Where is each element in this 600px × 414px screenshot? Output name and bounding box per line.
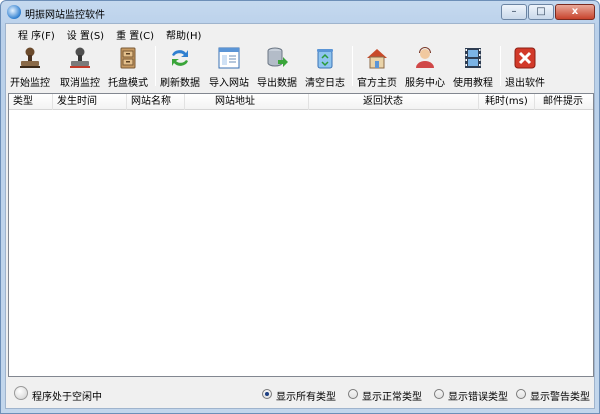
toolbar-label: 导入网站 — [209, 78, 249, 89]
toolbar: 开始监控 取消监控 托盘模式 刷新数据 导入网站 导出数据 清空日志 官方主页 … — [6, 42, 594, 92]
toolbar-label: 托盘模式 — [108, 78, 148, 89]
start-monitor-button[interactable]: 开始监控 — [8, 42, 52, 92]
cabinet-icon — [120, 47, 136, 69]
table-body[interactable] — [9, 110, 593, 376]
service-center-button[interactable]: 服务中心 — [402, 42, 448, 92]
filter-normal-radio[interactable] — [348, 389, 358, 399]
toolbar-label: 使用教程 — [453, 78, 493, 89]
maximize-button[interactable]: □ — [528, 4, 554, 20]
column-header-email-alert[interactable]: 邮件提示 — [535, 94, 593, 110]
refresh-icon — [172, 50, 188, 66]
window-list-icon — [218, 47, 240, 69]
column-header-type[interactable]: 类型 — [9, 94, 53, 110]
filter-normal-label[interactable]: 显示正常类型 — [362, 388, 422, 403]
toolbar-separator — [155, 46, 156, 86]
filter-all-label[interactable]: 显示所有类型 — [276, 388, 336, 403]
clear-log-button[interactable]: 清空日志 — [302, 42, 348, 92]
filter-error-radio[interactable] — [434, 389, 444, 399]
menu-bar: 程 序(F) 设 置(S) 重 置(C) 帮助(H) — [6, 24, 594, 42]
filter-all-radio[interactable] — [262, 389, 272, 399]
status-indicator-icon — [14, 386, 28, 400]
toolbar-separator — [352, 46, 353, 86]
official-homepage-button[interactable]: 官方主页 — [354, 42, 400, 92]
stamp-cancel-icon — [70, 47, 90, 68]
window-title: 明振网站监控软件 — [25, 10, 105, 21]
filter-warning-label[interactable]: 显示警告类型 — [530, 388, 590, 403]
toolbar-separator — [500, 46, 501, 86]
toolbar-label: 清空日志 — [305, 78, 345, 89]
column-header-time[interactable]: 发生时间 — [53, 94, 127, 110]
tutorial-button[interactable]: 使用教程 — [450, 42, 496, 92]
refresh-data-button[interactable]: 刷新数据 — [158, 42, 202, 92]
column-header-return-status[interactable]: 返回状态 — [309, 94, 479, 110]
column-header-elapsed[interactable]: 耗时(ms) — [479, 94, 535, 110]
monitor-log-table[interactable]: 类型 发生时间 网站名称 网站地址 返回状态 耗时(ms) 邮件提示 — [8, 93, 594, 377]
film-icon — [465, 48, 481, 68]
stamp-icon — [20, 47, 40, 68]
close-button[interactable]: x — [555, 4, 595, 20]
toolbar-label: 开始监控 — [10, 78, 50, 89]
minimize-button[interactable]: – — [501, 4, 527, 20]
recycle-bin-icon — [317, 49, 333, 69]
status-text: 程序处于空闲中 — [32, 392, 102, 403]
table-header: 类型 发生时间 网站名称 网站地址 返回状态 耗时(ms) 邮件提示 — [9, 94, 593, 110]
support-person-icon — [416, 47, 434, 68]
toolbar-label: 退出软件 — [505, 78, 545, 89]
menu-reset[interactable]: 重 置(C) — [112, 24, 162, 42]
client-area: 程 序(F) 设 置(S) 重 置(C) 帮助(H) 开始监控 取消监控 托盘模… — [5, 23, 595, 409]
database-export-icon — [267, 47, 288, 67]
toolbar-label: 官方主页 — [357, 78, 397, 89]
menu-help[interactable]: 帮助(H) — [162, 24, 209, 42]
title-bar[interactable]: 明振网站监控软件 – □ x — [1, 1, 599, 23]
column-header-site-name[interactable]: 网站名称 — [127, 94, 185, 110]
toolbar-label: 取消监控 — [60, 78, 100, 89]
home-icon — [367, 49, 387, 69]
menu-program[interactable]: 程 序(F) — [14, 24, 63, 42]
exit-software-button[interactable]: 退出软件 — [502, 42, 548, 92]
status-bar: 程序处于空闲中 显示所有类型 显示正常类型 显示错误类型 显示警告类型 — [6, 380, 594, 408]
column-header-site-url[interactable]: 网站地址 — [185, 94, 309, 110]
toolbar-label: 服务中心 — [405, 78, 445, 89]
toolbar-label: 导出数据 — [257, 78, 297, 89]
import-sites-button[interactable]: 导入网站 — [206, 42, 252, 92]
exit-icon — [514, 47, 536, 69]
filter-error-label[interactable]: 显示错误类型 — [448, 388, 508, 403]
app-logo-icon — [7, 5, 21, 19]
menu-settings[interactable]: 设 置(S) — [63, 24, 112, 42]
filter-warning-radio[interactable] — [516, 389, 526, 399]
tray-mode-button[interactable]: 托盘模式 — [106, 42, 150, 92]
app-window: 明振网站监控软件 – □ x 程 序(F) 设 置(S) 重 置(C) 帮助(H… — [0, 0, 600, 414]
export-data-button[interactable]: 导出数据 — [254, 42, 300, 92]
cancel-monitor-button[interactable]: 取消监控 — [58, 42, 102, 92]
toolbar-label: 刷新数据 — [160, 78, 200, 89]
